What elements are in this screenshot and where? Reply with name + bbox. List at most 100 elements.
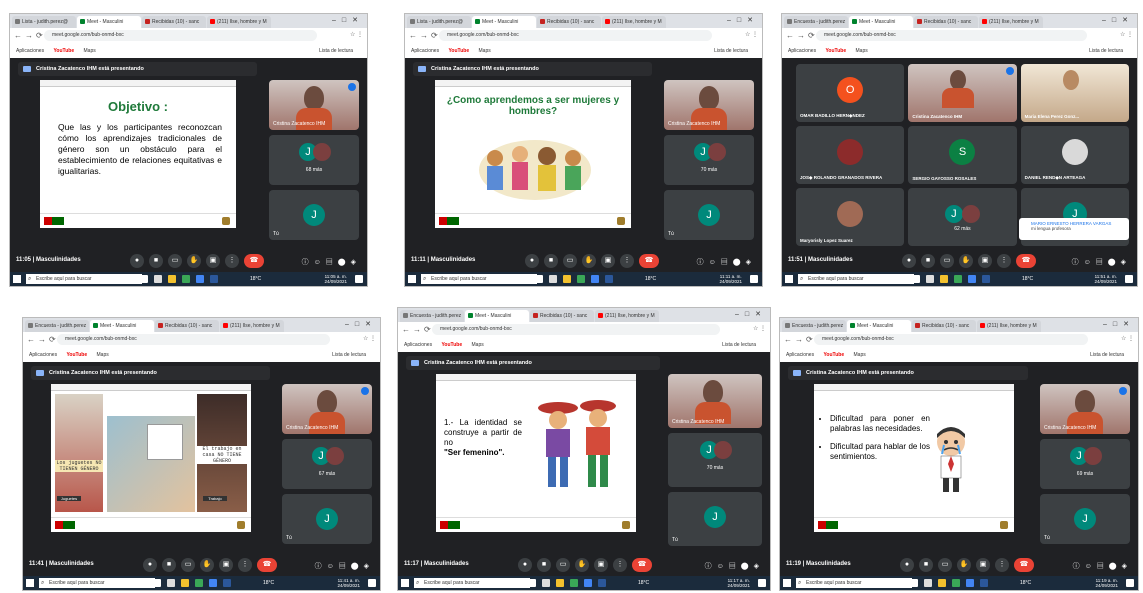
weather[interactable]: 18°C: [250, 276, 261, 282]
taskbar-search[interactable]: ⌕ Escribe aquí para buscar: [414, 578, 530, 588]
end-call-button[interactable]: ☎: [1014, 558, 1034, 572]
tab-encuesta[interactable]: Encuesta - judith.perez: [25, 320, 89, 332]
more-participants-tile[interactable]: J 68 más: [269, 135, 359, 185]
participant-tile[interactable]: Cristina Zacatenco IHM: [908, 64, 1017, 122]
window-controls[interactable]: –□✕: [727, 16, 759, 24]
participant-tile[interactable]: JOS◆ ROLANDO GRANADOS RIVERA: [796, 126, 905, 184]
mic-icon[interactable]: ●: [902, 254, 916, 268]
captions-icon[interactable]: ▭: [181, 558, 195, 572]
camera-icon[interactable]: ■: [149, 254, 163, 268]
nav-buttons[interactable]: ←→⟳: [786, 31, 818, 40]
notification-icon[interactable]: [758, 579, 766, 587]
nav-buttons[interactable]: ←→⟳: [14, 31, 46, 40]
notification-icon[interactable]: [1125, 275, 1133, 283]
presenter-tile[interactable]: Cristina Zacatenco IHM: [1040, 384, 1130, 434]
tab-meet[interactable]: Meet - Masculini: [847, 320, 911, 332]
self-tile[interactable]: J Tú: [269, 190, 359, 240]
reading-list[interactable]: Lista de lectura: [1089, 44, 1123, 58]
window-controls[interactable]: –□✕: [345, 320, 377, 328]
bookmark-apps[interactable]: Aplicaciones: [788, 48, 816, 54]
window-controls[interactable]: –□✕: [1103, 320, 1135, 328]
tab-recibidas[interactable]: Recibidas (10) - sanc: [912, 320, 976, 332]
clock[interactable]: 11:11 a. m. 24/09/2021: [719, 274, 742, 284]
extension-icons[interactable]: ☆ ⋮: [363, 335, 376, 342]
bookmark-apps[interactable]: Aplicaciones: [786, 352, 814, 358]
self-tile[interactable]: J Tú: [1040, 494, 1130, 544]
tab-youtube[interactable]: (211) Ilse, hombre y M: [595, 310, 659, 322]
raise-hand-icon[interactable]: ✋: [957, 558, 971, 572]
tab-encuesta[interactable]: Encuesta - judith.perez: [782, 320, 846, 332]
bookmark-youtube[interactable]: YouTube: [66, 352, 87, 358]
camera-icon[interactable]: ■: [537, 558, 551, 572]
bookmark-maps[interactable]: Maps: [479, 48, 491, 54]
side-icons[interactable]: ⓘ☺▤⬤◈: [705, 561, 764, 571]
notification-icon[interactable]: [355, 275, 363, 283]
self-tile[interactable]: J Tú: [282, 494, 372, 544]
url-field[interactable]: meet.google.com/bub-onmd-bxc: [816, 30, 1087, 41]
bookmark-apps[interactable]: Aplicaciones: [404, 342, 432, 348]
clock[interactable]: 11:17 a. m. 24/09/2021: [727, 578, 750, 588]
mic-icon[interactable]: ●: [518, 558, 532, 572]
nav-buttons[interactable]: ←→⟳: [402, 325, 434, 334]
taskbar-apps[interactable]: [153, 579, 237, 587]
participant-tile[interactable]: Maryorisly Lopez Suarez: [796, 188, 905, 246]
presenter-tile[interactable]: Cristina Zacatenco IHM: [282, 384, 372, 434]
taskbar-apps[interactable]: [140, 275, 224, 283]
self-tile[interactable]: J Tú: [664, 190, 754, 240]
presenter-tile[interactable]: Cristina Zacatenco IHM: [269, 80, 359, 130]
participant-tile[interactable]: DANIEL REND◆N ARTEAGA: [1020, 126, 1129, 184]
captions-icon[interactable]: ▭: [940, 254, 954, 268]
bookmark-youtube[interactable]: YouTube: [825, 48, 846, 54]
window-controls[interactable]: –□✕: [735, 310, 767, 318]
notification-icon[interactable]: [1126, 579, 1134, 587]
raise-hand-icon[interactable]: ✋: [200, 558, 214, 572]
taskbar-apps[interactable]: [528, 579, 612, 587]
present-now-icon[interactable]: ▣: [206, 254, 220, 268]
end-call-button[interactable]: ☎: [639, 254, 659, 268]
extension-icons[interactable]: ☆ ⋮: [753, 325, 766, 332]
tab-youtube[interactable]: (211) Ilse, hombre y M: [220, 320, 284, 332]
more-participants-tile[interactable]: J 69 más: [1040, 439, 1130, 489]
captions-icon[interactable]: ▭: [563, 254, 577, 268]
url-field[interactable]: meet.google.com/bub-onmd-bxc: [439, 30, 712, 41]
taskbar-search[interactable]: ⌕ Escribe aquí para buscar: [796, 578, 912, 588]
raise-hand-icon[interactable]: ✋: [187, 254, 201, 268]
bookmark-youtube[interactable]: YouTube: [441, 342, 462, 348]
bookmark-apps[interactable]: Aplicaciones: [411, 48, 439, 54]
taskbar-apps[interactable]: [535, 275, 619, 283]
more-participants-tile[interactable]: J 62 más: [908, 188, 1017, 246]
reading-list[interactable]: Lista de lectura: [1090, 348, 1124, 362]
participant-tile[interactable]: O OMAR BADILLO HERN◆NDEZ: [796, 64, 905, 122]
captions-icon[interactable]: ▭: [168, 254, 182, 268]
more-options-icon[interactable]: ⋮: [620, 254, 634, 268]
extension-icons[interactable]: ☆ ⋮: [1120, 31, 1133, 38]
end-call-button[interactable]: ☎: [1016, 254, 1036, 268]
captions-icon[interactable]: ▭: [556, 558, 570, 572]
tab-recibidas[interactable]: Recibidas (10) - sanc: [537, 16, 601, 28]
extension-icons[interactable]: ☆ ⋮: [350, 31, 363, 38]
raise-hand-icon[interactable]: ✋: [575, 558, 589, 572]
tab-meet[interactable]: Meet - Masculini: [465, 310, 529, 322]
more-options-icon[interactable]: ⋮: [997, 254, 1011, 268]
windows-start-icon[interactable]: [26, 579, 34, 587]
window-controls[interactable]: –□✕: [1102, 16, 1134, 24]
weather[interactable]: 18°C: [638, 580, 649, 586]
present-now-icon[interactable]: ▣: [601, 254, 615, 268]
url-field[interactable]: meet.google.com/bub-onmd-bxc: [44, 30, 317, 41]
captions-icon[interactable]: ▭: [938, 558, 952, 572]
nav-buttons[interactable]: ←→⟳: [784, 335, 816, 344]
presenter-tile[interactable]: Cristina Zacatenco IHM: [664, 80, 754, 130]
notification-icon[interactable]: [750, 275, 758, 283]
tab-encuesta[interactable]: Encuesta - judith.perez: [400, 310, 464, 322]
camera-icon[interactable]: ■: [921, 254, 935, 268]
tab-youtube[interactable]: (211) Ilse, hombre y M: [207, 16, 271, 28]
reading-list[interactable]: Lista de lectura: [319, 44, 353, 58]
participant-tile[interactable]: Maria Elena Perez Gonz...: [1020, 64, 1129, 122]
side-icons[interactable]: ⓘ☺▤⬤◈: [1072, 257, 1131, 267]
tab-meet[interactable]: Meet - Masculini: [472, 16, 536, 28]
chat-notification[interactable]: MARIO ERNESTO HERRERA VARGAS mi lengua pr…: [1019, 218, 1129, 240]
bookmark-maps[interactable]: Maps: [84, 48, 96, 54]
nav-buttons[interactable]: ←→⟳: [409, 31, 441, 40]
more-participants-tile[interactable]: J 70 más: [664, 135, 754, 185]
taskbar-apps[interactable]: [912, 275, 996, 283]
